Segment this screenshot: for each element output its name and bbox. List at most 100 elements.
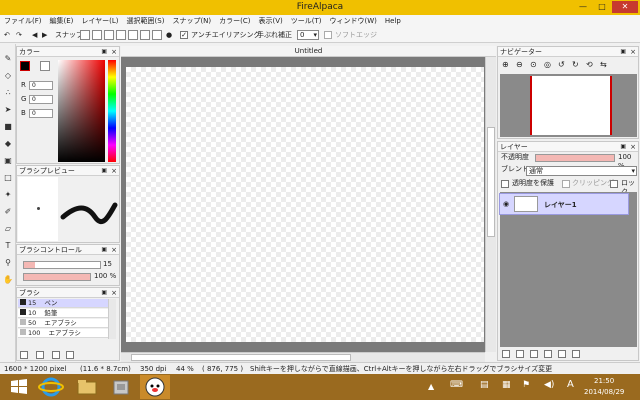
pin-icon[interactable]: ▣	[101, 47, 107, 57]
menu-select[interactable]: 選択範囲(S)	[123, 15, 169, 27]
ime-mode[interactable]: A	[567, 379, 574, 390]
zoom-fit-icon[interactable]: ⊙	[530, 60, 540, 70]
minimize-icon[interactable]: —	[574, 1, 592, 13]
rotate-right-icon[interactable]: ↻	[572, 60, 582, 70]
eyedropper-icon[interactable]: ⚲	[3, 258, 13, 268]
add-layer-8bit-icon[interactable]	[516, 350, 524, 358]
undo-icon[interactable]: ↶	[4, 30, 10, 40]
volume-icon[interactable]: ◀)	[544, 380, 554, 390]
maximize-icon[interactable]: □	[593, 1, 611, 13]
close-icon[interactable]: ×	[111, 166, 117, 176]
add-layer-icon[interactable]	[502, 350, 510, 358]
r-field[interactable]: 0	[29, 81, 53, 90]
snap-vanish-icon[interactable]	[116, 30, 126, 40]
menu-layer[interactable]: レイヤー(L)	[77, 15, 122, 27]
brush-settings-icon[interactable]	[52, 351, 60, 359]
close-icon[interactable]: ×	[111, 245, 117, 255]
b-field[interactable]: 0	[29, 109, 53, 118]
close-icon[interactable]: ×	[630, 142, 636, 152]
close-icon[interactable]: ×	[630, 47, 636, 57]
hscroll-thumb[interactable]	[131, 354, 351, 361]
menu-view[interactable]: 表示(V)	[255, 15, 287, 27]
stabilizer-select[interactable]: 0 ▾	[297, 30, 319, 40]
snap-radial-icon[interactable]	[128, 30, 138, 40]
layer-settings-icon[interactable]	[558, 350, 566, 358]
magic-wand-icon[interactable]: ✦	[3, 190, 13, 200]
soft-edge-checkbox[interactable]	[324, 31, 332, 39]
explorer-icon[interactable]	[72, 375, 102, 399]
hand-tool-icon[interactable]: ✋	[3, 275, 13, 285]
navigator-preview[interactable]	[500, 74, 637, 137]
delete-layer-icon[interactable]	[572, 350, 580, 358]
secondary-color-swatch[interactable]	[40, 61, 50, 71]
tray-up-icon[interactable]: ▲	[428, 382, 434, 391]
duplicate-layer-icon[interactable]	[530, 350, 538, 358]
close-icon[interactable]: ×	[111, 47, 117, 57]
antialias-checkbox[interactable]: ✓	[180, 31, 188, 39]
select-eraser-icon[interactable]: ▱	[3, 224, 13, 234]
pin-icon[interactable]: ▣	[620, 47, 626, 57]
clock-date[interactable]: 2014/08/29	[584, 388, 624, 396]
canvas-tab[interactable]: Untitled	[121, 46, 496, 57]
menu-tool[interactable]: ツール(T)	[287, 15, 326, 27]
next-icon[interactable]: ▶	[42, 30, 47, 40]
zoom-reset-icon[interactable]: ◎	[544, 60, 554, 70]
layer-item[interactable]: ◉ レイヤー1	[499, 193, 629, 215]
pen-tool-icon[interactable]: ✎	[3, 54, 13, 64]
snap-curve-icon[interactable]	[152, 30, 162, 40]
rotate-left-icon[interactable]: ↺	[558, 60, 568, 70]
menu-help[interactable]: Help	[381, 15, 405, 27]
navigator-viewport[interactable]	[530, 76, 612, 135]
select-pen-icon[interactable]: ✐	[3, 207, 13, 217]
eraser-tool-icon[interactable]: ◇	[3, 71, 13, 81]
saturation-value-picker[interactable]	[58, 60, 105, 162]
layer-opacity-slider[interactable]	[535, 154, 615, 162]
primary-color-swatch[interactable]	[20, 61, 30, 71]
store-icon[interactable]	[106, 375, 136, 399]
move-tool-icon[interactable]: ➤	[3, 105, 13, 115]
brush-item-pen[interactable]: 15 ペン	[18, 299, 116, 308]
brush-item-airbrush[interactable]: 50 エアブラシ	[18, 319, 116, 328]
zoom-in-icon[interactable]: ⊕	[502, 60, 512, 70]
clock-time[interactable]: 21:50	[594, 377, 614, 385]
brush-item-pencil[interactable]: 10 鉛筆	[18, 309, 116, 318]
blend-select[interactable]: 通常 ▾	[526, 166, 637, 176]
close-icon[interactable]: ×	[111, 288, 117, 298]
ie-icon[interactable]	[36, 375, 66, 399]
duplicate-brush-icon[interactable]	[36, 351, 44, 359]
pin-icon[interactable]: ▣	[101, 166, 107, 176]
snap-off-icon[interactable]	[80, 30, 90, 40]
eye-icon[interactable]: ◉	[503, 200, 509, 208]
add-brush-icon[interactable]	[20, 351, 28, 359]
flip-icon[interactable]: ⇆	[600, 60, 610, 70]
select-tool-icon[interactable]: □	[3, 173, 13, 183]
snap-settings-icon[interactable]: ●	[166, 30, 172, 40]
snap-cross-icon[interactable]	[104, 30, 114, 40]
vscroll-thumb[interactable]	[487, 127, 495, 237]
g-field[interactable]: 0	[29, 95, 53, 104]
merge-layer-icon[interactable]	[544, 350, 552, 358]
redo-icon[interactable]: ↷	[16, 30, 22, 40]
zoom-out-icon[interactable]: ⊖	[516, 60, 526, 70]
snap-parallel-icon[interactable]	[92, 30, 102, 40]
menu-color[interactable]: カラー(C)	[215, 15, 254, 27]
brush-list-scrollbar[interactable]	[108, 299, 116, 339]
menu-edit[interactable]: 編集(E)	[46, 15, 78, 27]
keyboard-icon[interactable]: ⌨	[450, 380, 463, 390]
prev-icon[interactable]: ◀	[32, 30, 37, 40]
windows-start-icon[interactable]	[4, 375, 34, 399]
drawing-canvas[interactable]	[126, 67, 484, 342]
flag-icon[interactable]: ⚑	[522, 380, 530, 390]
protect-alpha-checkbox[interactable]	[501, 180, 509, 188]
firealpaca-taskbar-icon[interactable]	[140, 375, 170, 399]
close-icon[interactable]: ✕	[612, 1, 638, 13]
canvas-vscrollbar[interactable]	[485, 57, 496, 352]
gradient-tool-icon[interactable]: ▣	[3, 156, 13, 166]
pin-icon[interactable]: ▣	[101, 245, 107, 255]
menu-snap[interactable]: スナップ(N)	[168, 15, 215, 27]
bucket-tool-icon[interactable]: ◆	[3, 139, 13, 149]
menu-file[interactable]: ファイル(F)	[0, 15, 46, 27]
snap-circle-icon[interactable]	[140, 30, 150, 40]
pin-icon[interactable]: ▣	[101, 288, 107, 298]
brush-opacity-slider[interactable]	[23, 273, 91, 281]
